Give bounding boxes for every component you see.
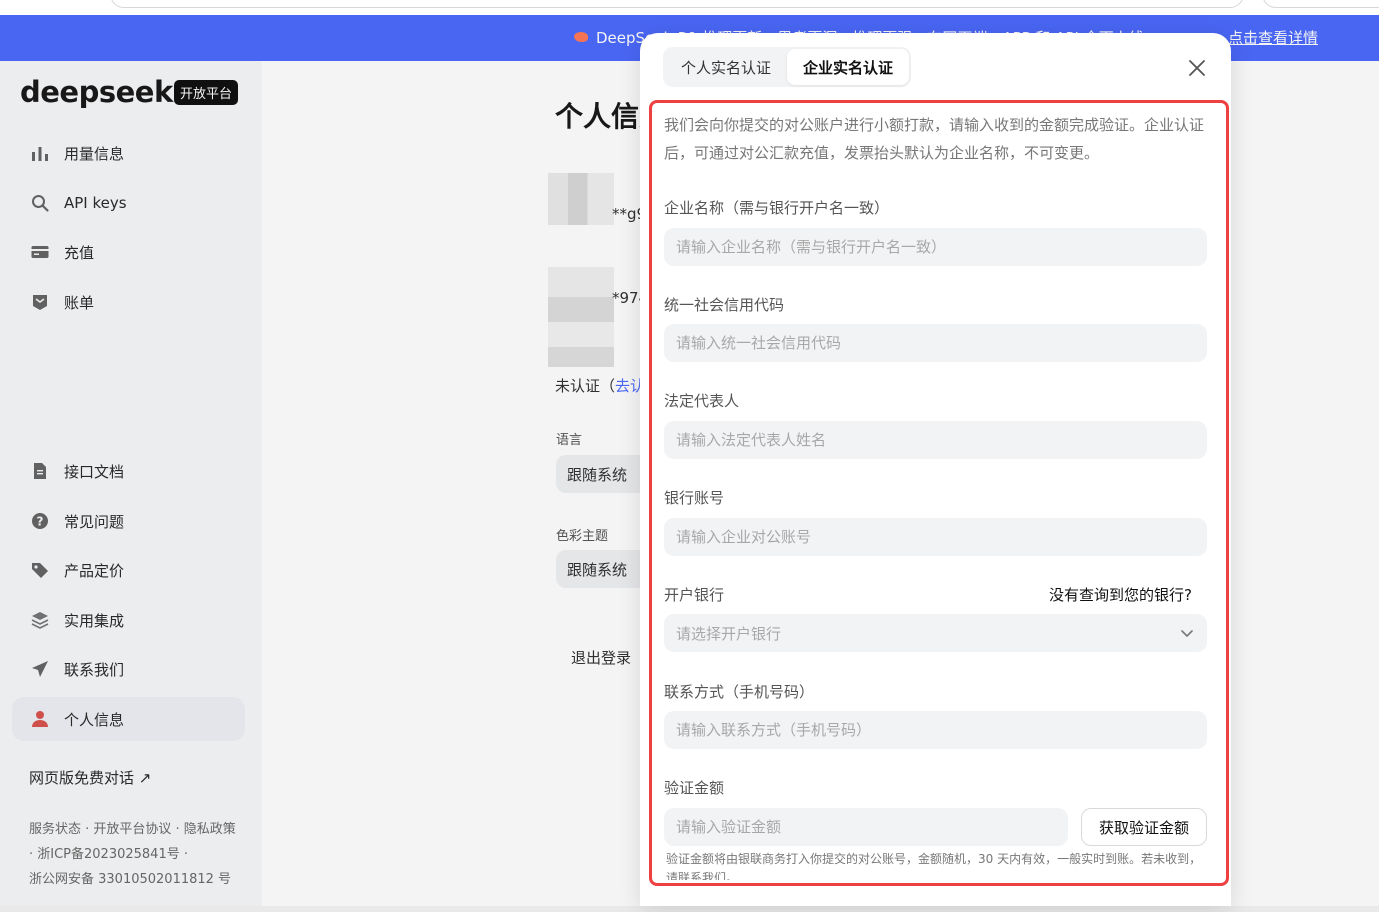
address-bar[interactable] xyxy=(110,0,1244,8)
credit-code-input[interactable] xyxy=(664,324,1207,362)
amount-note: 验证金额将由银联商务打入你提交的对公账号，金额随机，30 天内有效，一般实时到账… xyxy=(666,852,1202,880)
credit-code-label: 统一社会信用代码 xyxy=(664,296,785,314)
window-bottom-edge xyxy=(0,906,1379,912)
verification-amount-input[interactable] xyxy=(664,808,1068,846)
bank-select-placeholder: 请选择开户银行 xyxy=(676,625,782,643)
company-name-input[interactable] xyxy=(664,228,1207,266)
bank-not-found-link[interactable]: 没有查询到您的银行? xyxy=(1049,584,1192,605)
company-name-label: 企业名称（需与银行开户名一致） xyxy=(664,199,890,217)
legal-rep-label: 法定代表人 xyxy=(664,392,740,410)
legal-rep-input[interactable] xyxy=(664,421,1207,459)
amount-label: 验证金额 xyxy=(664,779,725,797)
browser-toolbar-pill[interactable] xyxy=(1262,0,1379,8)
phone-input[interactable] xyxy=(664,711,1207,749)
bank-label: 开户银行 xyxy=(664,586,725,604)
bank-select[interactable]: 请选择开户银行 xyxy=(664,614,1207,652)
intro-text: 我们会向你提交的对公账户进行小额打款，请输入收到的金额完成验证。企业认证后，可通… xyxy=(664,116,1205,162)
tab-enterprise-verification[interactable]: 企业实名认证 xyxy=(787,49,910,85)
get-verification-amount-button[interactable]: 获取验证金额 xyxy=(1081,808,1207,846)
close-icon[interactable] xyxy=(1186,57,1208,79)
chevron-down-icon xyxy=(1179,625,1195,641)
browser-chrome xyxy=(0,0,1379,15)
verification-modal: 个人实名认证 企业实名认证 我们会向你提交的对公账户进行小额打款，请输入收到的金… xyxy=(640,33,1231,906)
bank-account-input[interactable] xyxy=(664,518,1207,556)
phone-label: 联系方式（手机号码） xyxy=(664,683,815,701)
bank-account-label: 银行账号 xyxy=(664,489,725,507)
verification-tabs: 个人实名认证 企业实名认证 xyxy=(663,47,912,87)
tab-personal-verification[interactable]: 个人实名认证 xyxy=(665,49,787,85)
